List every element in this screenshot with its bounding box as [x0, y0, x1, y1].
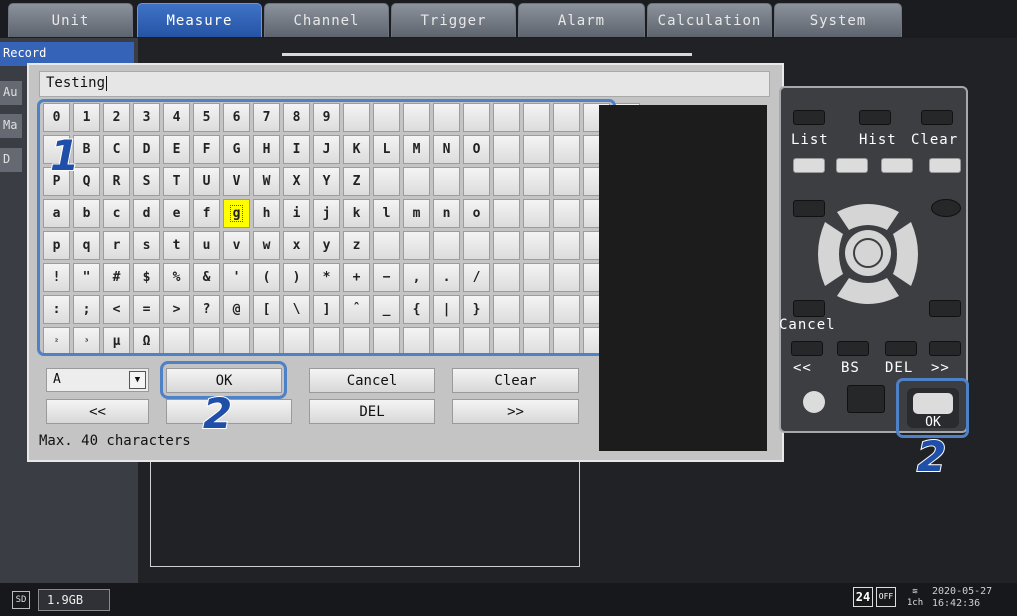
remote-del-key[interactable] [885, 341, 917, 356]
off-badge: OFF [876, 587, 896, 607]
sd-card-icon: SD [12, 591, 30, 609]
tab-bar: Unit Measure Channel Trigger Alarm Calcu… [0, 0, 1017, 38]
remote-hist-key[interactable] [859, 110, 891, 125]
arrow-left-icon [818, 222, 843, 286]
remote-clear-label: Clear [911, 132, 959, 148]
callout-1: 1 [49, 131, 80, 180]
charset-select[interactable]: A ▼ [46, 368, 149, 392]
text-caret [106, 75, 108, 91]
chevron-down-icon[interactable]: ▼ [129, 371, 146, 389]
tab-channel[interactable]: Channel [264, 3, 389, 37]
time-label: 16:42:36 [932, 598, 981, 609]
remote-next-label: >> [931, 360, 950, 376]
tab-alarm[interactable]: Alarm [518, 3, 645, 37]
remote-round-key[interactable] [803, 391, 825, 413]
wireless-channel: ≋ 1ch [900, 587, 930, 611]
arrow-down-icon [837, 278, 899, 304]
max-characters-hint: Max. 40 characters [39, 433, 191, 449]
remote-clear-key[interactable] [921, 110, 953, 125]
display-frame [150, 462, 580, 567]
tab-measure[interactable]: Measure [137, 3, 262, 37]
keyboard-highlight-frame [37, 99, 616, 356]
remote-f2-key[interactable] [836, 158, 868, 173]
remote-prev-label: << [793, 360, 812, 376]
wifi-icon: ≋ [912, 587, 918, 597]
side-menu-d[interactable]: D [0, 148, 22, 172]
datetime: 2020-05-27 16:42:36 [932, 586, 992, 610]
top-divider [282, 53, 692, 56]
side-menu-auto[interactable]: Au [0, 81, 22, 105]
remote-f3-key[interactable] [881, 158, 913, 173]
delete-button[interactable]: DEL [309, 399, 435, 424]
cursor-left-button[interactable]: << [46, 399, 149, 424]
tab-trigger[interactable]: Trigger [391, 3, 516, 37]
tab-system[interactable]: System [774, 3, 902, 37]
remote-bs-label: BS [841, 360, 860, 376]
remote-list-key[interactable] [793, 110, 825, 125]
remote-next-key[interactable] [929, 341, 961, 356]
dpad-center-button[interactable] [845, 230, 891, 276]
remote-hist-label: Hist [859, 132, 897, 148]
remote-list-label: List [791, 132, 829, 148]
remote-f4-key[interactable] [929, 158, 961, 173]
arrow-right-icon [893, 222, 918, 286]
text-entry-field[interactable]: Testing [39, 71, 770, 97]
rate-badge: 24 [853, 587, 873, 607]
remote-bs-key[interactable] [837, 341, 869, 356]
clear-button[interactable]: Clear [452, 368, 579, 393]
cancel-button[interactable]: Cancel [309, 368, 435, 393]
status-bar: SD 1.9GB 24 OFF ≋ 1ch 2020-05-27 16:42:3… [0, 583, 1017, 616]
remote-enter-key[interactable] [929, 300, 961, 317]
text-entry-value: Testing [46, 75, 106, 91]
remote-del-label: DEL [885, 360, 914, 376]
charset-select-value: A [53, 372, 61, 387]
text-input-dialog: Testing 0123456789BCDEFGHIJKLMNOPQRSTUVW… [27, 63, 784, 462]
remote-stop-key[interactable] [931, 199, 961, 217]
channel-label: 1ch [906, 598, 924, 608]
tab-unit[interactable]: Unit [8, 3, 133, 37]
side-menu-manual[interactable]: Ma [0, 114, 22, 138]
callout-2-remote: 2 [916, 432, 947, 481]
remote-ok-highlight [896, 378, 969, 438]
remote-f1-key[interactable] [793, 158, 825, 173]
callout-2-dialog: 2 [202, 389, 233, 438]
remote-cancel-label: Cancel [779, 317, 836, 333]
cursor-right-button[interactable]: >> [452, 399, 579, 424]
remote-prev-key[interactable] [791, 341, 823, 356]
remote-square-key[interactable] [847, 385, 885, 413]
arrow-up-icon [837, 204, 899, 230]
date-label: 2020-05-27 [932, 586, 993, 597]
tab-calculation[interactable]: Calculation [647, 3, 772, 37]
remote-cancel-key[interactable] [793, 300, 825, 317]
storage-remaining: 1.9GB [38, 589, 110, 611]
preview-area [599, 105, 767, 451]
